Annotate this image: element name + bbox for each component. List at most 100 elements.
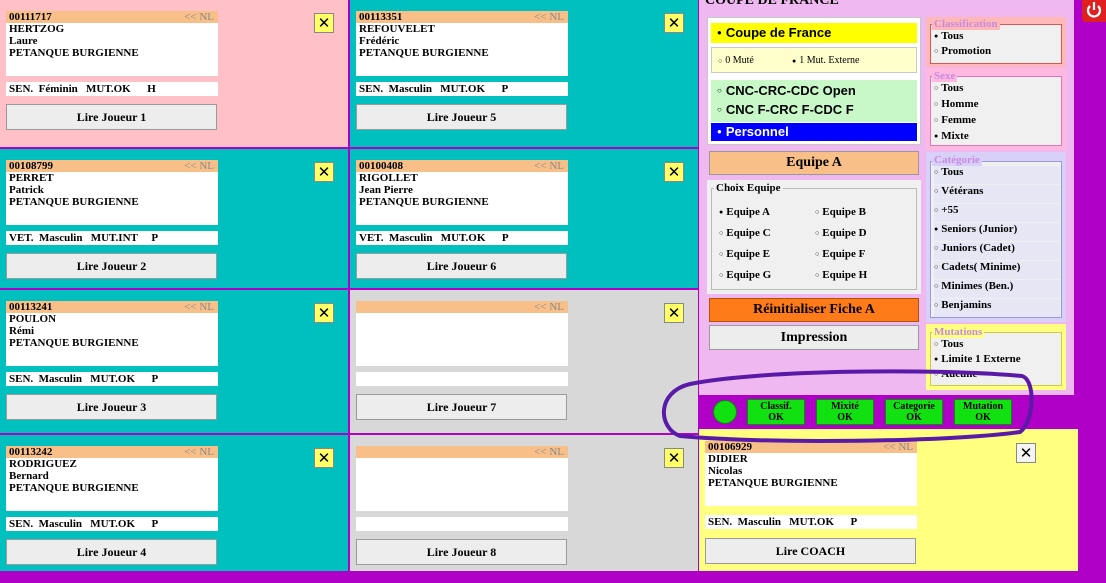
player-info: REFOUVELET Frédéric PETANQUE BURGIENNE: [356, 23, 568, 76]
card-header: 00113351 << NL: [356, 11, 568, 23]
sexe-label: Tous: [941, 82, 964, 94]
coupe-de-france-radio[interactable]: ● Coupe de France: [711, 23, 917, 43]
mute-1-radio[interactable]: ● 1 Mut. Externe: [792, 54, 860, 68]
license-number: 00113242: [9, 446, 53, 458]
player-status: SEN. Masculin MUT.OK P: [6, 372, 218, 386]
categorie-radio[interactable]: ○ Juniors (Cadet): [934, 242, 1060, 260]
read-player-button[interactable]: Lire Joueur 4: [6, 539, 217, 565]
player-info: RODRIGUEZ Bernard PETANQUE BURGIENNE: [6, 458, 218, 511]
clear-player-button[interactable]: ✕: [664, 13, 684, 33]
personnel-radio[interactable]: ● Personnel: [711, 123, 917, 141]
radio-selected-icon: ●: [934, 132, 939, 140]
player-status: SEN. Masculin MUT.OK P: [6, 517, 218, 531]
player-status: SEN. Masculin MUT.OK P: [705, 515, 917, 529]
read-player-button[interactable]: Lire Joueur 2: [6, 253, 217, 279]
categorie-radio[interactable]: ○ Tous: [934, 166, 1060, 184]
clear-player-button[interactable]: ✕: [314, 13, 334, 33]
team-label: Equipe H: [822, 269, 868, 281]
clear-player-button[interactable]: ✕: [664, 162, 684, 182]
player-status: VET. Masculin MUT.OK P: [356, 231, 568, 245]
player-info: HERTZOG Laure PETANQUE BURGIENNE: [6, 23, 218, 76]
radio-selected-icon: ●: [717, 127, 722, 136]
radio-unselected-icon: ○: [934, 187, 939, 195]
radio-unselected-icon: ○: [934, 116, 939, 124]
player-info: RIGOLLET Jean Pierre PETANQUE BURGIENNE: [356, 172, 568, 225]
mutations-legend: Mutations: [932, 326, 985, 338]
sexe-radio[interactable]: ○ Femme: [934, 114, 1060, 129]
sexe-radio[interactable]: ○ Tous: [934, 82, 1060, 97]
categorie-radio[interactable]: ● Seniors (Junior): [934, 223, 1060, 241]
team-radio[interactable]: ○ Equipe D: [815, 227, 867, 240]
nl-link[interactable]: << NL: [534, 160, 564, 172]
last-name: HERTZOG: [9, 23, 65, 35]
team-radio[interactable]: ○ Equipe E: [719, 248, 770, 261]
radio-selected-icon: ●: [934, 32, 939, 40]
sexe-radio[interactable]: ● Mixte: [934, 130, 1060, 145]
cnc-f-radio[interactable]: ○ CNC F-CRC F-CDC F: [717, 101, 854, 119]
read-player-button[interactable]: Lire Joueur 3: [6, 394, 217, 420]
card-header: << NL: [356, 446, 568, 458]
read-player-button[interactable]: Lire Joueur 5: [356, 104, 567, 130]
nl-link[interactable]: << NL: [534, 11, 564, 23]
radio-unselected-icon: ○: [815, 229, 820, 237]
categorie-radio[interactable]: ○ Minimes (Ben.): [934, 280, 1060, 298]
classification-label: Tous: [941, 30, 964, 42]
card-header: 00108799 << NL: [6, 160, 218, 172]
classification-label: Promotion: [941, 45, 992, 57]
categorie-radio[interactable]: ○ Vétérans: [934, 185, 1060, 203]
mutations-label: Tous: [941, 338, 964, 350]
clear-player-button[interactable]: ✕: [314, 162, 334, 182]
reset-sheet-button[interactable]: Réinitialiser Fiche A: [709, 298, 919, 322]
read-player-button[interactable]: Lire Joueur 7: [356, 394, 567, 420]
nl-link[interactable]: << NL: [184, 160, 214, 172]
clear-player-button[interactable]: ✕: [314, 448, 334, 468]
player-status: VET. Masculin MUT.INT P: [6, 231, 218, 245]
categorie-radio[interactable]: ○ Cadets( Minime): [934, 261, 1060, 279]
first-name: Jean Pierre: [359, 184, 413, 196]
team-radio[interactable]: ○ Equipe G: [719, 269, 771, 282]
card-header: << NL: [356, 301, 568, 313]
radio-unselected-icon: ○: [717, 105, 722, 114]
cnc-open-radio[interactable]: ○ CNC-CRC-CDC Open: [717, 82, 856, 100]
print-button[interactable]: Impression: [709, 325, 919, 350]
mutations-radio[interactable]: ○ Tous: [934, 338, 1060, 352]
team-label: Equipe C: [726, 227, 771, 239]
team-radio[interactable]: ○ Equipe H: [815, 269, 867, 282]
nl-link[interactable]: << NL: [184, 11, 214, 23]
nl-link[interactable]: << NL: [184, 446, 214, 458]
sexe-radio[interactable]: ○ Homme: [934, 98, 1060, 113]
read-player-button[interactable]: Lire COACH: [705, 538, 916, 564]
clear-player-button[interactable]: ✕: [664, 303, 684, 323]
mute-0-radio[interactable]: ○ 0 Muté: [718, 54, 754, 68]
power-button[interactable]: [1082, 0, 1106, 22]
team-radio[interactable]: ○ Equipe B: [815, 206, 866, 219]
read-player-button[interactable]: Lire Joueur 8: [356, 539, 567, 565]
radio-selected-icon: ●: [934, 225, 939, 233]
clear-player-button[interactable]: ✕: [314, 303, 334, 323]
categorie-radio[interactable]: ○ Benjamins: [934, 299, 1060, 317]
player-info: PERRET Patrick PETANQUE BURGIENNE: [6, 172, 218, 225]
categorie-radio[interactable]: ○ +55: [934, 204, 1060, 222]
nl-link[interactable]: << NL: [534, 446, 564, 458]
equipe-banner: Equipe A: [709, 151, 919, 175]
first-name: Nicolas: [708, 465, 743, 477]
categorie-label: Seniors (Junior): [941, 223, 1018, 235]
card-header: 00100408 << NL: [356, 160, 568, 172]
read-player-button[interactable]: Lire Joueur 1: [6, 104, 217, 130]
team-radio[interactable]: ● Equipe A: [719, 206, 770, 219]
team-radio[interactable]: ○ Equipe C: [719, 227, 771, 240]
nl-link[interactable]: << NL: [534, 301, 564, 313]
player-info: DIDIER Nicolas PETANQUE BURGIENNE: [705, 453, 917, 506]
classification-radio[interactable]: ○ Promotion: [934, 45, 1060, 59]
license-number: 00100408: [359, 160, 403, 172]
radio-unselected-icon: ○: [934, 282, 939, 290]
radio-unselected-icon: ○: [815, 271, 820, 279]
first-name: Bernard: [9, 470, 49, 482]
first-name: Patrick: [9, 184, 44, 196]
team-label: Equipe A: [726, 206, 770, 218]
team-radio[interactable]: ○ Equipe F: [815, 248, 865, 261]
classification-radio[interactable]: ● Tous: [934, 30, 1060, 44]
nl-link[interactable]: << NL: [184, 301, 214, 313]
read-player-button[interactable]: Lire Joueur 6: [356, 253, 567, 279]
power-icon: [1086, 2, 1102, 18]
